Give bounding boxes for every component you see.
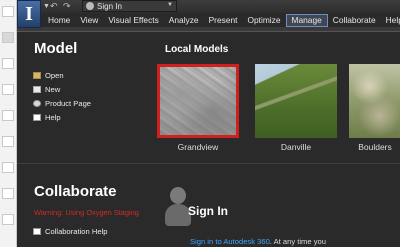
tab-home[interactable]: Home bbox=[43, 14, 75, 27]
staging-warning: Warning: Using Oxygen Staging bbox=[34, 208, 139, 217]
local-models-title: Local Models bbox=[165, 44, 229, 55]
tab-present[interactable]: Present bbox=[204, 14, 243, 27]
tab-visual-effects[interactable]: Visual Effects bbox=[103, 14, 163, 27]
help-button[interactable]: Help bbox=[33, 110, 91, 124]
model-section-title: Model bbox=[34, 40, 78, 57]
avatar-head bbox=[170, 187, 186, 204]
product-page-label: Product Page bbox=[45, 98, 92, 108]
new-button[interactable]: New bbox=[33, 82, 91, 96]
signin-description: Sign in to Autodesk 360. At any time you bbox=[190, 237, 326, 246]
title-bar bbox=[17, 0, 400, 13]
folder-icon bbox=[33, 71, 41, 79]
tab-analyze[interactable]: Analyze bbox=[164, 14, 204, 27]
background-cell bbox=[2, 58, 14, 69]
tab-view[interactable]: View bbox=[75, 14, 103, 27]
background-cell bbox=[2, 6, 14, 17]
signin-dropdown[interactable]: Sign In ▼ bbox=[82, 0, 177, 12]
user-icon bbox=[86, 2, 94, 10]
app-menu-button[interactable]: I bbox=[17, 0, 41, 28]
ribbon-tabs: Home View Visual Effects Analyze Present… bbox=[43, 14, 400, 27]
globe-icon bbox=[33, 99, 41, 107]
new-document-icon bbox=[33, 85, 41, 93]
product-page-link[interactable]: Product Page bbox=[33, 96, 91, 110]
infraworks-app-window: I ▼ ↶ ↷ Sign In ▼ Home View Visual Effec… bbox=[17, 0, 400, 247]
background-cell bbox=[2, 32, 14, 43]
model-thumbnail-boulders[interactable] bbox=[349, 64, 400, 138]
collaboration-help-item[interactable]: Collaboration Help bbox=[33, 224, 107, 238]
ribbon-background bbox=[17, 27, 400, 32]
background-cell bbox=[2, 188, 14, 199]
tab-collaborate[interactable]: Collaborate bbox=[328, 14, 381, 27]
background-cell bbox=[2, 84, 14, 95]
signin-dropdown-label: Sign In bbox=[97, 1, 122, 11]
tab-help[interactable]: Help bbox=[381, 14, 400, 27]
chevron-down-icon[interactable]: ▼ bbox=[43, 3, 50, 10]
signin-section-title: Sign In bbox=[188, 204, 228, 218]
background-cell bbox=[2, 136, 14, 147]
undo-icon[interactable]: ↶ bbox=[50, 1, 58, 12]
background-cell bbox=[2, 214, 14, 225]
redo-icon[interactable]: ↷ bbox=[63, 1, 71, 12]
signin-description-rest: . At any time you bbox=[269, 237, 326, 246]
new-label: New bbox=[45, 84, 61, 94]
autodesk-360-signin-link[interactable]: Sign in to Autodesk 360 bbox=[190, 237, 270, 246]
app-logo-letter: I bbox=[25, 3, 33, 25]
background-cell bbox=[2, 162, 14, 173]
background-window-strip bbox=[0, 0, 17, 247]
help-icon bbox=[33, 227, 41, 235]
model-menu: Open New Product Page Help bbox=[33, 68, 91, 124]
tab-optimize[interactable]: Optimize bbox=[242, 14, 285, 27]
background-cell bbox=[2, 110, 14, 121]
model-label-danville[interactable]: Danville bbox=[255, 142, 337, 152]
model-thumbnail-grandview[interactable] bbox=[157, 64, 239, 138]
help-icon bbox=[33, 113, 41, 121]
model-label-grandview[interactable]: Grandview bbox=[157, 142, 239, 152]
collaboration-help-button[interactable]: Collaboration Help bbox=[33, 224, 107, 238]
open-button[interactable]: Open bbox=[33, 68, 91, 82]
collaborate-section-title: Collaborate bbox=[34, 183, 117, 200]
model-thumbnail-danville[interactable] bbox=[255, 64, 337, 138]
collaboration-help-label: Collaboration Help bbox=[45, 226, 108, 236]
chevron-down-icon: ▼ bbox=[167, 2, 173, 8]
model-label-boulders[interactable]: Boulders bbox=[345, 142, 400, 152]
section-divider bbox=[17, 163, 400, 164]
help-label: Help bbox=[45, 112, 61, 122]
tab-manage[interactable]: Manage bbox=[285, 14, 328, 27]
open-label: Open bbox=[45, 70, 64, 80]
